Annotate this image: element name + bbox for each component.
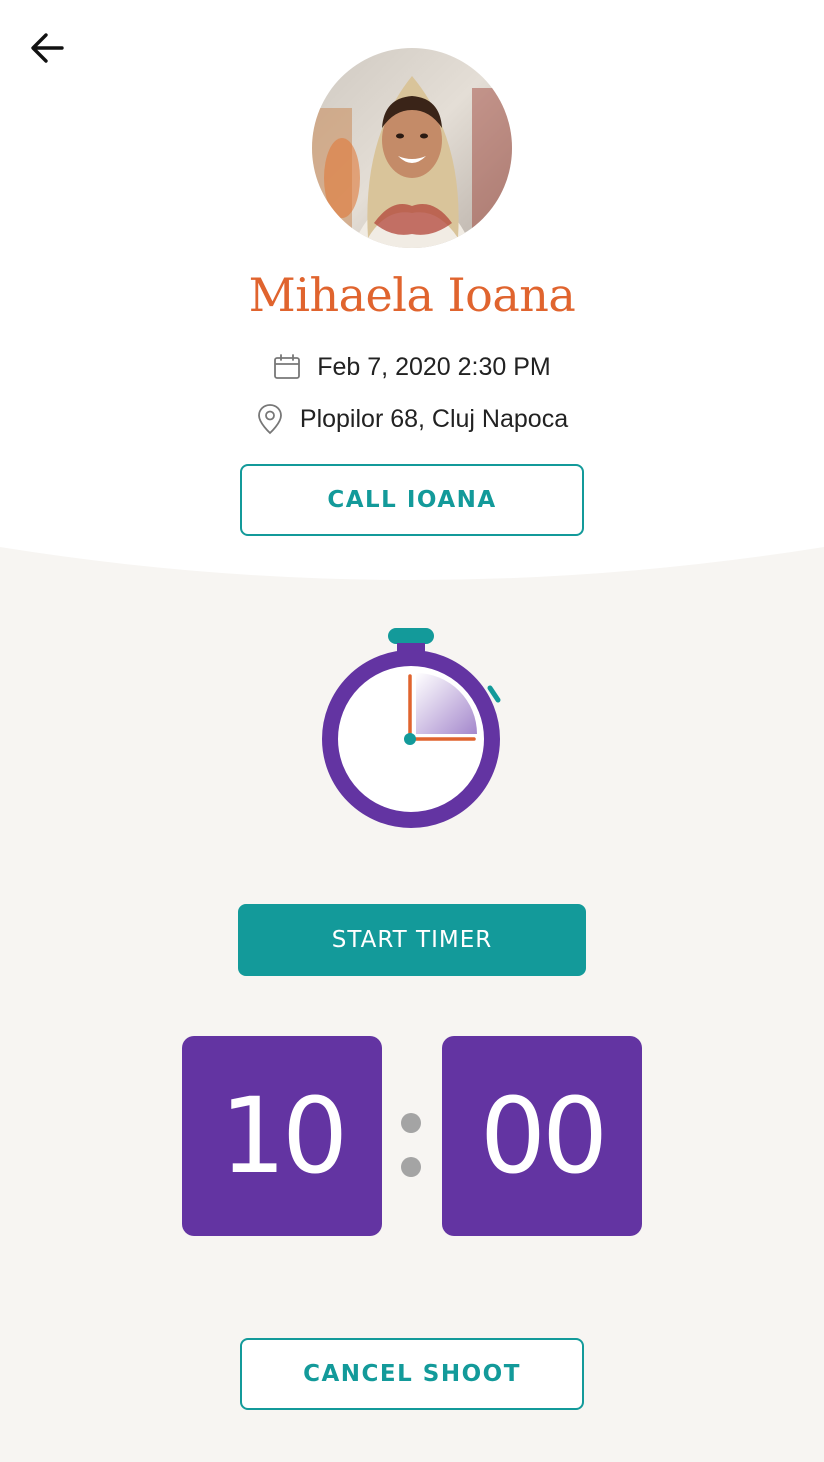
appointment-datetime-row: Feb 7, 2020 2:30 PM (0, 346, 824, 388)
start-timer-button[interactable]: START TIMER (238, 904, 586, 976)
call-button[interactable]: CALL IOANA (240, 464, 584, 536)
appointment-datetime: Feb 7, 2020 2:30 PM (317, 352, 551, 381)
map-pin-icon (256, 403, 284, 435)
timer-minutes: 10 (182, 1036, 382, 1236)
calendar-icon (273, 353, 301, 381)
appointment-address: Plopilor 68, Cluj Napoca (299, 404, 569, 433)
arrow-left-icon (31, 33, 64, 63)
contact-name: Mihaela Ioana (248, 268, 576, 322)
timer-separator (401, 1113, 421, 1177)
back-button[interactable] (26, 26, 70, 70)
avatar (312, 48, 512, 248)
stopwatch-icon (312, 620, 512, 840)
timer-seconds: 00 (442, 1036, 642, 1236)
appointment-address-row: Plopilor 68, Cluj Napoca (0, 398, 824, 440)
cancel-shoot-button[interactable]: CANCEL SHOOT (240, 1338, 584, 1410)
